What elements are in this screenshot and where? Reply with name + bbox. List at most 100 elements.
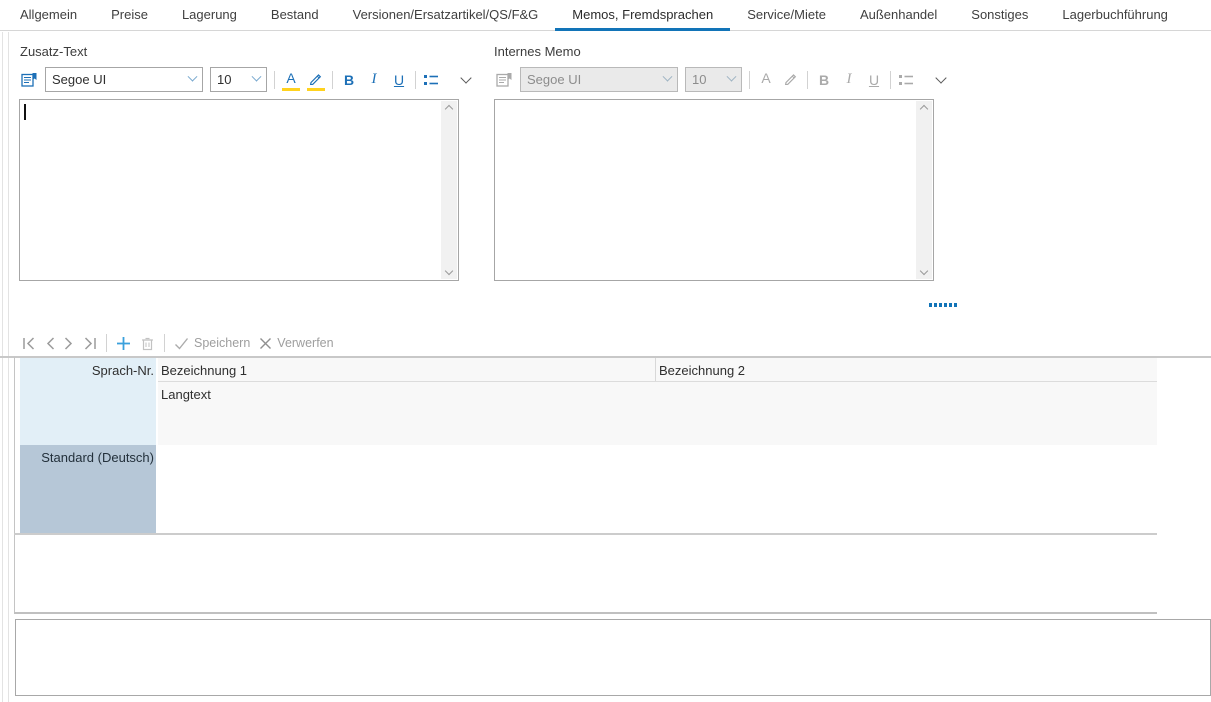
last-record-button[interactable] (83, 337, 97, 350)
header-row-divider (158, 381, 1157, 382)
resize-grip[interactable] (929, 303, 957, 307)
text-module-icon (21, 72, 38, 88)
toolbar-divider (807, 71, 808, 89)
tab-lagerbuchfuehrung[interactable]: Lagerbuchführung (1045, 0, 1185, 31)
bold-button-disabled: B (815, 69, 833, 91)
tab-preise[interactable]: Preise (94, 0, 165, 31)
toolbar-divider (890, 71, 891, 89)
previous-record-icon (45, 337, 55, 350)
highlight-color-button[interactable] (307, 69, 325, 91)
trash-icon (140, 336, 155, 351)
tab-aussenhandel[interactable]: Außenhandel (843, 0, 954, 31)
toolbar-divider (749, 71, 750, 89)
column-separator (655, 358, 656, 381)
toolbar-divider (274, 71, 275, 89)
internes-memo-editor[interactable] (494, 99, 934, 281)
toolbar-divider (332, 71, 333, 89)
font-color-button[interactable]: A (282, 69, 300, 91)
zusatz-text-toolbar: Segoe UI 10 A B I U (21, 66, 472, 93)
text-module-button[interactable] (21, 72, 38, 88)
langtext-input[interactable] (15, 619, 1211, 696)
save-label: Speichern (194, 336, 250, 350)
font-size-select-disabled: 10 (685, 67, 742, 92)
tab-service-miete[interactable]: Service/Miete (730, 0, 843, 31)
pencil-icon (309, 71, 323, 85)
last-record-icon (83, 337, 97, 350)
pencil-icon (784, 71, 798, 85)
column-header-bezeichnung1[interactable]: Bezeichnung 1 (161, 363, 247, 378)
column-header-sprach-nr[interactable]: Sprach-Nr. (20, 358, 156, 445)
chevron-down-icon (188, 72, 198, 82)
scroll-up-icon[interactable] (920, 105, 928, 113)
vertical-scrollbar[interactable] (441, 101, 457, 279)
bullet-list-button[interactable] (423, 73, 439, 87)
tab-sonstiges[interactable]: Sonstiges (954, 0, 1045, 31)
text-caret (24, 104, 26, 120)
internes-memo-label: Internes Memo (494, 44, 581, 59)
underline-button-disabled: U (865, 69, 883, 91)
tab-versionen-ersatzartikel[interactable]: Versionen/Ersatzartikel/QS/F&G (336, 0, 556, 31)
bullet-list-icon (898, 73, 914, 87)
next-record-icon (64, 337, 74, 350)
scroll-down-icon[interactable] (920, 267, 928, 275)
vertical-scrollbar[interactable] (916, 101, 932, 279)
record-navigation-toolbar: Speichern Verwerfen (22, 331, 334, 355)
font-family-select-disabled: Segoe UI (520, 67, 678, 92)
bullet-list-icon (423, 73, 439, 87)
column-header-bezeichnung2[interactable]: Bezeichnung 2 (659, 363, 745, 378)
tab-memos-fremdsprachen[interactable]: Memos, Fremdsprachen (555, 0, 730, 31)
add-record-button[interactable] (116, 336, 131, 351)
delete-record-button (140, 336, 155, 351)
next-record-button[interactable] (64, 337, 74, 350)
more-options-button[interactable] (458, 77, 472, 82)
more-options-button[interactable] (933, 77, 947, 82)
text-module-button-disabled (496, 72, 513, 88)
table-row-content-area[interactable] (158, 445, 1157, 533)
scroll-down-icon[interactable] (445, 267, 453, 275)
zusatz-text-label: Zusatz-Text (20, 44, 87, 59)
zusatz-text-editor[interactable] (19, 99, 459, 281)
chevron-down-icon (460, 72, 471, 83)
x-icon (259, 337, 272, 350)
bold-button[interactable]: B (340, 69, 358, 91)
text-module-icon (496, 72, 513, 88)
tab-lagerung[interactable]: Lagerung (165, 0, 254, 31)
plus-icon (116, 336, 131, 351)
table-left-border (14, 357, 15, 614)
internes-memo-toolbar: Segoe UI 10 A B I U (496, 66, 947, 93)
checkmark-icon (174, 337, 189, 350)
toolbar-divider (164, 334, 165, 352)
font-color-button-disabled: A (757, 69, 775, 91)
toolbar-divider (415, 71, 416, 89)
tab-allgemein[interactable]: Allgemein (3, 0, 94, 31)
chevron-down-icon (663, 72, 673, 82)
discard-button: Verwerfen (259, 336, 333, 350)
scroll-up-icon[interactable] (445, 105, 453, 113)
table-row-language-cell[interactable]: Standard (Deutsch) (20, 445, 156, 533)
underline-button[interactable]: U (390, 69, 408, 91)
discard-label: Verwerfen (277, 336, 333, 350)
font-family-select[interactable]: Segoe UI (45, 67, 203, 92)
highlight-color-button-disabled (782, 69, 800, 91)
row-bottom-border (14, 533, 1157, 535)
first-record-icon (22, 337, 36, 350)
column-header-langtext[interactable]: Langtext (161, 387, 211, 402)
font-family-value: Segoe UI (52, 72, 106, 87)
bullet-list-button-disabled (898, 73, 914, 87)
chevron-down-icon (935, 72, 946, 83)
toolbar-divider (106, 334, 107, 352)
tab-bar: Allgemein Preise Lagerung Bestand Versio… (0, 0, 1211, 31)
chevron-down-icon (727, 72, 737, 82)
font-size-value: 10 (217, 72, 231, 87)
chevron-down-icon (252, 72, 262, 82)
first-record-button[interactable] (22, 337, 36, 350)
italic-button-disabled: I (840, 69, 858, 91)
italic-button[interactable]: I (365, 69, 383, 91)
font-size-select[interactable]: 10 (210, 67, 267, 92)
font-family-value: Segoe UI (527, 72, 581, 87)
tab-bestand[interactable]: Bestand (254, 0, 336, 31)
table-header-area (158, 358, 1157, 445)
window-left-edge-line (2, 32, 3, 702)
table-bottom-border (14, 612, 1157, 614)
previous-record-button[interactable] (45, 337, 55, 350)
